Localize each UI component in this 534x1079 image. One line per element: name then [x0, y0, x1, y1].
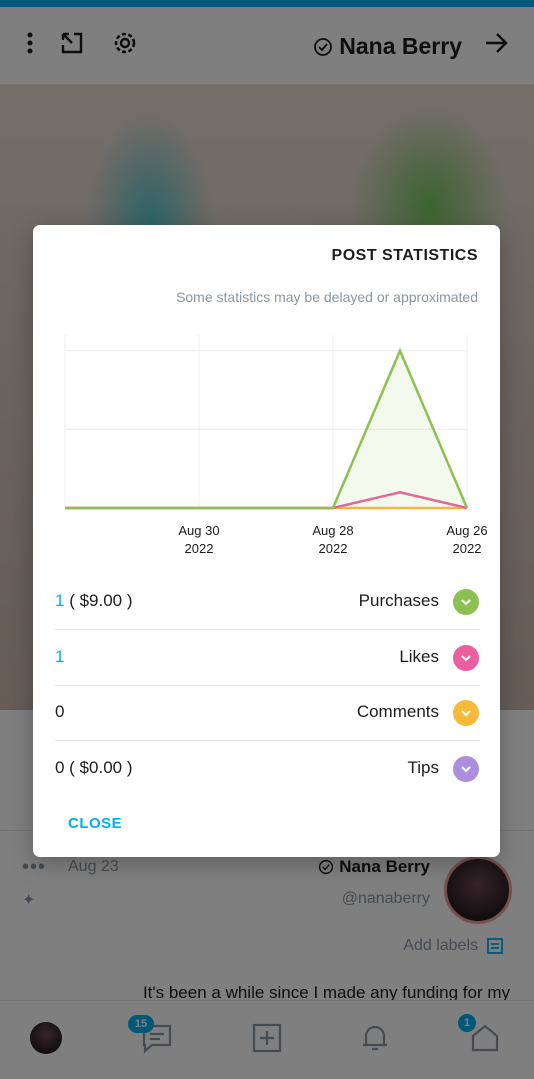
stat-value: 1 ( $9.00 ) — [55, 591, 133, 611]
stat-row-tips[interactable]: Tips 0 ( $0.00 ) — [55, 742, 479, 797]
x-tick-label-year: 2022 — [453, 541, 482, 556]
statistics-chart: Aug 26 2022 Aug 28 2022 Aug 30 2022 — [64, 335, 488, 556]
chevron-down-icon[interactable] — [453, 700, 479, 726]
x-tick-label: Aug 30 — [178, 523, 219, 538]
post-statistics-modal: POST STATISTICS Some statistics may be d… — [33, 225, 500, 857]
stat-value-amount: ( $9.00 ) — [64, 591, 133, 610]
stat-label: Purchases — [358, 591, 439, 610]
stat-row-likes[interactable]: Likes 1 — [55, 631, 479, 686]
stat-value-amount: 0 — [55, 702, 65, 721]
x-tick-label: Aug 28 — [312, 523, 353, 538]
stat-label: Tips — [407, 757, 440, 777]
stat-label: Likes — [399, 646, 439, 666]
stat-value: 1 — [55, 647, 64, 667]
stat-value-amount: 0 ( $0.00 ) — [55, 757, 133, 777]
stat-value: 0 — [55, 702, 64, 722]
stat-value-count: 1 — [55, 646, 65, 666]
chevron-down-icon[interactable] — [453, 755, 479, 782]
stat-row-comments[interactable]: Comments 0 — [55, 686, 479, 741]
stat-label: Comments — [356, 702, 439, 721]
stat-value: 0 ( $0.00 ) — [55, 758, 133, 778]
close-button[interactable]: CLOSE — [68, 815, 122, 832]
x-tick-label-year: 2022 — [185, 541, 214, 556]
chevron-down-icon[interactable] — [453, 589, 479, 615]
modal-title: POST STATISTICS — [331, 247, 478, 264]
chevron-down-icon[interactable] — [453, 644, 479, 671]
x-tick-label-year: 2022 — [319, 541, 348, 556]
x-tick-label: Aug 26 — [446, 523, 487, 538]
modal-subtitle: Some statistics may be delayed or approx… — [176, 289, 478, 305]
stat-row-purchases[interactable]: Purchases 1 ( $9.00 ) — [55, 575, 479, 630]
